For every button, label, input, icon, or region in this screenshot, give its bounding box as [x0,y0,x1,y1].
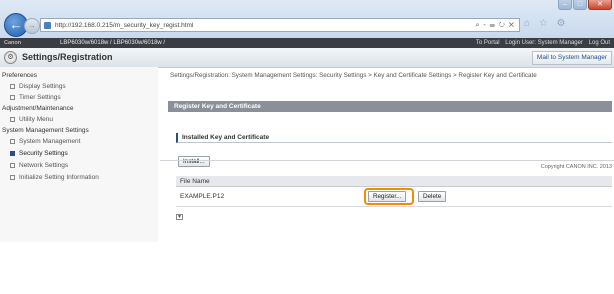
canon-logo: Canon [4,40,22,46]
browser-toolbar-icons[interactable]: ⌂ ☆ ⚙ [524,18,569,29]
maximize-button[interactable]: □ [573,0,587,10]
window-controls: – □ ✕ [558,0,612,10]
sidebar: Preferences Display Settings Timer Setti… [0,67,158,242]
file-name-cell: EXAMPLE.P12 [180,193,225,200]
forward-button[interactable]: → [24,18,40,34]
scroll-down-icon[interactable]: ▼ [176,214,183,220]
browser-toolbar: – □ ✕ ← → http://192.168.0.215/m_securit… [0,0,614,39]
page-title: Settings/Registration [22,52,113,62]
sidebar-item-network-settings[interactable]: Network Settings [10,162,68,169]
sidebar-heading-adjustment: Adjustment/Maintenance [2,105,74,112]
page-icon [44,22,51,29]
sidebar-item-display-settings[interactable]: Display Settings [10,83,66,90]
sidebar-heading-preferences: Preferences [2,72,38,79]
active-bullet-icon [10,150,15,156]
bullet-icon [10,116,15,122]
bullet-icon [10,162,15,168]
sidebar-item-system-management[interactable]: System Management [10,138,80,145]
subsection-title: Installed Key and Certificate [176,133,612,143]
sidebar-item-timer-settings[interactable]: Timer Settings [10,94,61,101]
address-bar[interactable]: http://192.168.0.215/m_security_key_regi… [40,18,520,32]
sidebar-heading-system-management-settings: System Management Settings [2,127,89,134]
section-title: Register Key and Certificate [168,101,612,112]
footer-divider [160,160,614,161]
sidebar-item-initialize-setting-information[interactable]: Initialize Setting Information [10,174,99,181]
bullet-icon [10,94,15,100]
bullet-icon [10,83,15,89]
bullet-icon [10,174,15,180]
copyright-text: Copyright CANON INC. 2013 [540,164,612,170]
device-header: Canon LBP6030w/6018w / LBP6030w/6018w / … [0,38,614,48]
close-window-button[interactable]: ✕ [588,0,612,10]
url-text: http://192.168.0.215/m_security_key_regi… [55,22,194,29]
table-header-file-name: File Name [176,176,612,187]
settings-icon: ⚙ [4,51,17,64]
login-user-text: Login User: System Manager [505,40,583,46]
device-name: LBP6030w/6018w / LBP6030w/6018w / [60,40,166,46]
page-title-bar: ⚙ Settings/Registration Mail to System M… [0,48,614,68]
sidebar-item-utility-menu[interactable]: Utility Menu [10,116,53,123]
register-button[interactable]: Register... [368,191,407,202]
bullet-icon [10,138,15,144]
sidebar-item-security-settings[interactable]: Security Settings [10,150,68,157]
install-button[interactable]: Install... [178,156,210,167]
log-out-link[interactable]: Log Out [589,40,610,46]
breadcrumb: Settings/Registration: System Management… [170,72,537,79]
address-tools[interactable]: ⌕ - ☰ ↻ ✕ [475,19,515,32]
to-portal-link[interactable]: To Portal [476,40,500,46]
header-links: To Portal Login User: System Manager Log… [472,38,610,48]
minimize-button[interactable]: – [558,0,572,10]
delete-button[interactable]: Delete [418,191,447,202]
mail-to-system-manager-button[interactable]: Mail to System Manager [531,51,612,65]
table-row: EXAMPLE.P12 Register... Delete [176,187,612,207]
